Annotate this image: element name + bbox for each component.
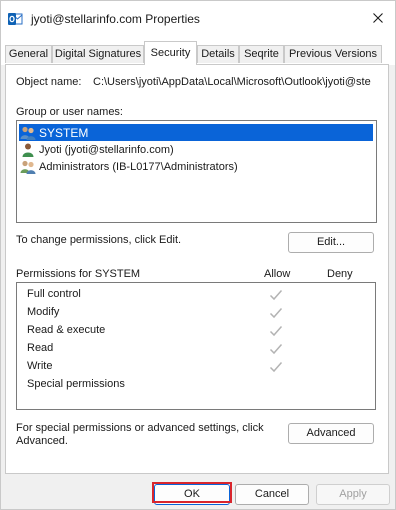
users-group-icon xyxy=(20,125,36,141)
allow-column-header: Allow xyxy=(264,268,291,280)
change-permissions-text: To change permissions, click Edit. xyxy=(16,234,182,246)
tab-security[interactable]: Security xyxy=(144,41,197,65)
list-item-administrators[interactable]: Administrators (IB-L0177\Administrators) xyxy=(19,158,373,175)
permission-row-modify: Modify xyxy=(27,304,367,322)
list-item-jyoti[interactable]: Jyoti (jyoti@stellarinfo.com) xyxy=(19,141,373,158)
permission-row-read-execute: Read & execute xyxy=(27,322,367,340)
apply-button[interactable]: Apply xyxy=(316,484,390,505)
permission-name: Read xyxy=(27,342,54,354)
checkmark-icon xyxy=(269,288,283,302)
permissions-list[interactable]: Full control Modify Read & execute Read xyxy=(16,282,376,410)
tab-strip: General Digital Signatures Security Deta… xyxy=(1,39,395,65)
permission-row-special: Special permissions xyxy=(27,376,367,394)
checkmark-icon xyxy=(269,360,283,374)
permission-name: Special permissions xyxy=(27,378,125,390)
users-group-icon xyxy=(20,159,36,175)
checkmark-icon xyxy=(269,306,283,320)
tab-previous-versions[interactable]: Previous Versions xyxy=(284,45,382,63)
security-panel: Object name: C:\Users\jyoti\AppData\Loca… xyxy=(5,64,389,474)
object-name-label: Object name: xyxy=(16,76,82,88)
advanced-text-line2: Advanced. xyxy=(16,435,68,447)
permission-name: Modify xyxy=(27,306,60,318)
permission-name: Write xyxy=(27,360,53,372)
permission-name: Read & execute xyxy=(27,324,106,336)
tab-general[interactable]: General xyxy=(5,45,52,63)
advanced-text-line1: For special permissions or advanced sett… xyxy=(16,422,264,434)
permission-name: Full control xyxy=(27,288,81,300)
list-item-label: SYSTEM xyxy=(39,125,89,140)
title-bar: jyoti@stellarinfo.com Properties xyxy=(1,1,395,39)
ok-button[interactable]: OK xyxy=(154,484,230,505)
close-icon xyxy=(373,12,383,26)
cancel-button[interactable]: Cancel xyxy=(235,484,309,505)
user-icon xyxy=(20,142,36,158)
properties-dialog: jyoti@stellarinfo.com Properties General… xyxy=(0,0,396,510)
permissions-header: Permissions for SYSTEM xyxy=(16,268,141,280)
list-item-label: Administrators (IB-L0177\Administrators) xyxy=(39,160,238,173)
checkmark-icon xyxy=(269,324,283,338)
deny-column-header: Deny xyxy=(327,268,353,280)
outlook-icon xyxy=(7,11,23,27)
tab-digital-signatures[interactable]: Digital Signatures xyxy=(52,45,144,63)
permission-row-full-control: Full control xyxy=(27,286,367,304)
edit-button[interactable]: Edit... xyxy=(288,232,374,253)
dialog-footer: OK Cancel Apply xyxy=(1,475,395,509)
group-users-list[interactable]: SYSTEM Jyoti (jyoti@stellarinfo.com) Adm… xyxy=(16,120,377,223)
close-button[interactable] xyxy=(363,5,393,33)
checkmark-icon xyxy=(269,342,283,356)
permission-row-write: Write xyxy=(27,358,367,376)
tab-seqrite[interactable]: Seqrite xyxy=(239,45,284,63)
list-item-label: Jyoti (jyoti@stellarinfo.com) xyxy=(39,143,174,156)
group-users-label: Group or user names: xyxy=(16,106,123,118)
list-item-system[interactable]: SYSTEM xyxy=(19,124,373,141)
tab-details[interactable]: Details xyxy=(197,45,239,63)
permission-row-read: Read xyxy=(27,340,367,358)
advanced-button[interactable]: Advanced xyxy=(288,423,374,444)
object-name-value: C:\Users\jyoti\AppData\Local\Microsoft\O… xyxy=(93,76,371,88)
window-title: jyoti@stellarinfo.com Properties xyxy=(31,12,200,26)
